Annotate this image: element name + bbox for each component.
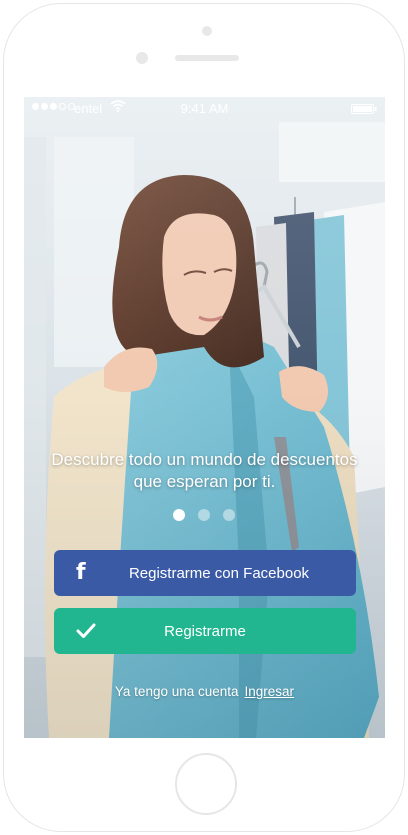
status-time: 9:41 AM bbox=[180, 101, 229, 116]
login-row: Ya tengo una cuenta Ingresar bbox=[24, 684, 385, 699]
front-sensor bbox=[202, 26, 212, 36]
login-prompt: Ya tengo una cuenta bbox=[114, 684, 239, 699]
signup-label: Registrarme bbox=[164, 623, 246, 640]
page-dot-2[interactable] bbox=[198, 509, 210, 521]
status-bar: entel 9:41 AM bbox=[24, 97, 385, 119]
page-dot-3[interactable] bbox=[223, 509, 235, 521]
app-screen: entel 9:41 AM Descubre todo un mundo de … bbox=[24, 97, 385, 738]
signup-button[interactable]: Registrarme bbox=[54, 608, 356, 654]
onboarding-tagline: Descubre todo un mundo de descuentos que… bbox=[51, 450, 358, 491]
home-button[interactable] bbox=[175, 753, 237, 815]
facebook-signup-button[interactable]: f Registrarme con Facebook bbox=[54, 550, 356, 596]
earpiece-speaker bbox=[175, 55, 239, 61]
page-indicator bbox=[173, 509, 235, 521]
battery-icon bbox=[351, 104, 377, 114]
front-camera bbox=[136, 52, 148, 64]
page-dot-1[interactable] bbox=[173, 509, 185, 521]
facebook-signup-label: Registrarme con Facebook bbox=[128, 565, 310, 582]
login-link[interactable]: Ingresar bbox=[245, 684, 295, 699]
